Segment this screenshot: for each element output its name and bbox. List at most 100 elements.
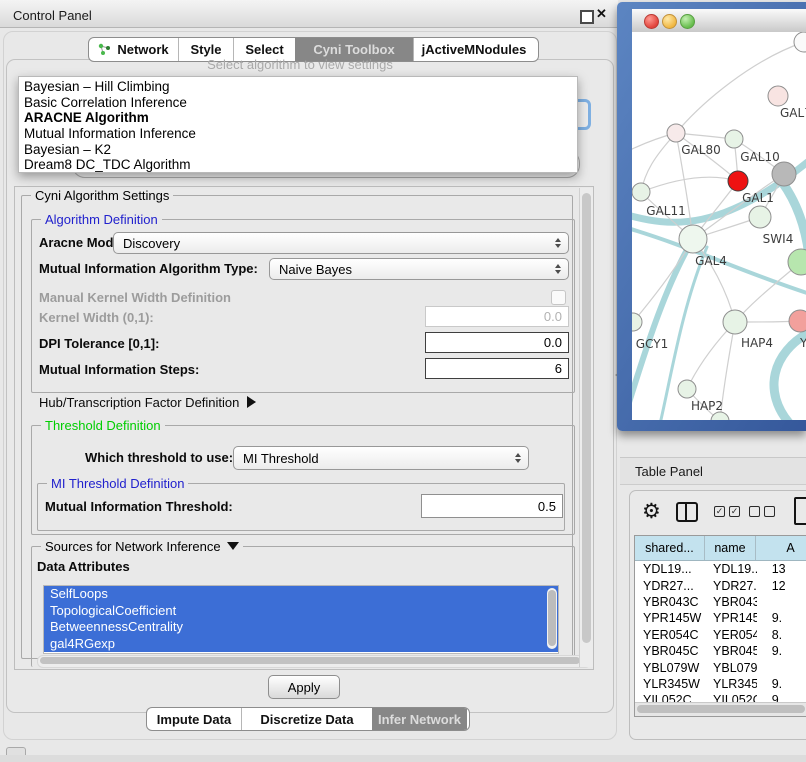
algorithm-option[interactable]: Basic Correlation Inference [19,95,577,111]
table-cell[interactable] [757,659,806,675]
table-cell[interactable]: YBR043C [705,594,757,610]
sources-horizontal-scrollbar[interactable] [37,655,591,668]
apply-button[interactable]: Apply [268,675,340,699]
select-all-icon[interactable]: ✓✓ [714,506,740,517]
node-label: GCY1 [636,337,668,351]
table-cell[interactable]: YDR27... [705,577,757,593]
table-row[interactable]: YBR045CYBR045C9. [635,643,806,659]
columns-icon[interactable] [676,502,698,522]
table-cell[interactable]: YER054C [635,627,705,643]
network-node-gal11[interactable] [632,183,650,201]
control-panel-titlebar: Control Panel ✕ [0,0,618,28]
threshold-definition-legend: Threshold Definition [41,418,165,433]
algorithm-option[interactable]: Mutual Information Inference [19,126,577,142]
aracne-mode-select[interactable]: Discovery [113,232,569,254]
network-node[interactable] [772,162,796,186]
table-cell[interactable]: YDL19... [635,561,705,577]
sources-toggle[interactable]: Sources for Network Inference [41,539,243,554]
tab-impute-data[interactable]: Impute Data [147,708,241,730]
table-cell[interactable]: YPR145W [705,610,757,626]
table-cell[interactable]: YDR27... [635,577,705,593]
table-cell[interactable]: YBL079W [705,659,757,675]
attribute-item[interactable]: SelfLoops [44,586,558,603]
network-node-y[interactable] [789,310,806,332]
column-header[interactable]: shared... [635,536,705,560]
network-node-gal1[interactable] [728,171,748,191]
network-node-gal10[interactable] [725,130,743,148]
which-threshold-select[interactable]: MI Threshold [233,446,529,470]
network-node-gal7[interactable] [768,86,788,106]
algorithm-select-prompt[interactable]: Select algorithm to view settings [0,57,600,72]
deselect-all-icon[interactable] [749,506,775,517]
tab-infer-network[interactable]: Infer Network [372,708,467,730]
hub-definition-toggle[interactable]: Hub/Transcription Factor Definition [39,395,256,410]
table-row[interactable]: YBL079WYBL079W [635,659,806,675]
table-cell[interactable]: 9. [757,676,806,692]
network-node-hap4[interactable] [723,310,747,334]
table-cell[interactable]: 9. [757,643,806,659]
manual-kernel-width-checkbox[interactable] [551,290,566,305]
table-row[interactable]: YDL19...YDL19...13 [635,561,806,577]
attribute-item[interactable]: TopologicalCoefficient [44,603,558,620]
table-cell[interactable]: YLR345W [705,676,757,692]
settings-vertical-scrollbar[interactable] [579,188,593,667]
tab-discretize-data[interactable]: Discretize Data [241,708,372,730]
mi-steps-field[interactable]: 6 [425,358,569,379]
kernel-width-field[interactable]: 0.0 [425,306,569,327]
table-horizontal-scrollbar[interactable] [635,702,806,716]
network-node[interactable] [711,412,729,420]
table-row[interactable]: YER054CYER054C8. [635,627,806,643]
attributes-scrollbar[interactable] [547,588,557,649]
close-traffic-light[interactable] [644,14,659,29]
table-cell[interactable]: 12 [757,577,806,593]
table-row[interactable]: YBR043CYBR043C [635,594,806,610]
gear-icon[interactable]: ⚙ [642,499,661,524]
scrollbar-thumb[interactable] [582,193,591,643]
table-row[interactable]: YDR27...YDR27...12 [635,577,806,593]
table-panel-titlebar: Table Panel [620,457,806,485]
table-row[interactable]: YPR145WYPR145W9. [635,610,806,626]
network-canvas[interactable]: GAL7GAL80GAL10GAL1GAL11SWI4GAL4GCY1HAP4Y… [632,32,806,420]
scrollbar-thumb[interactable] [548,590,556,646]
network-node-swi4[interactable] [749,206,771,228]
table-cell[interactable]: 8. [757,627,806,643]
algorithm-option[interactable]: ARACNE Algorithm [19,110,577,126]
table-cell[interactable]: YER054C [705,627,757,643]
close-icon[interactable]: ✕ [596,6,607,22]
attribute-item[interactable]: BetweennessCentrality [44,619,558,636]
float-window-icon[interactable] [580,10,594,24]
mi-threshold-field[interactable]: 0.5 [421,494,563,518]
table-cell[interactable] [757,594,806,610]
algorithm-option[interactable]: Dream8 DC_TDC Algorithm [19,157,577,173]
table-row[interactable]: YLR345WYLR345W9. [635,676,806,692]
algorithm-option[interactable]: Bayesian – Hill Climbing [19,79,577,95]
network-node-gal4[interactable] [679,225,707,253]
minimize-traffic-light[interactable] [662,14,677,29]
zoom-traffic-light[interactable] [680,14,695,29]
cyni-settings-legend: Cyni Algorithm Settings [31,188,173,203]
table-cell[interactable]: YBL079W [635,659,705,675]
column-header[interactable]: name [705,536,756,560]
table-cell[interactable]: 9. [757,610,806,626]
table-cell[interactable]: YBR045C [705,643,757,659]
table-cell[interactable]: YPR145W [635,610,705,626]
attribute-item[interactable]: gal4RGexp [44,636,558,653]
document-icon[interactable] [794,497,806,525]
mi-algorithm-type-select[interactable]: Naive Bayes [269,258,569,280]
table-cell[interactable]: YBR045C [635,643,705,659]
table-cell[interactable]: 13 [757,561,806,577]
scrollbar-thumb[interactable] [40,657,580,664]
table-cell[interactable]: YLR345W [635,676,705,692]
scrollbar-thumb[interactable] [637,705,805,713]
network-node-gal80[interactable] [667,124,685,142]
column-header[interactable]: A [756,536,806,560]
table-cell[interactable]: YBR043C [635,594,705,610]
network-node-hap2[interactable] [678,380,696,398]
sources-legend: Sources for Network Inference [45,539,221,554]
network-node[interactable] [794,32,806,52]
algorithm-option[interactable]: Bayesian – K2 [19,142,577,158]
node-label: GAL4 [695,254,727,268]
dpi-tolerance-field[interactable]: 0.0 [425,332,569,353]
table-cell[interactable]: YDL19... [705,561,757,577]
network-node-gcy1[interactable] [632,313,642,331]
